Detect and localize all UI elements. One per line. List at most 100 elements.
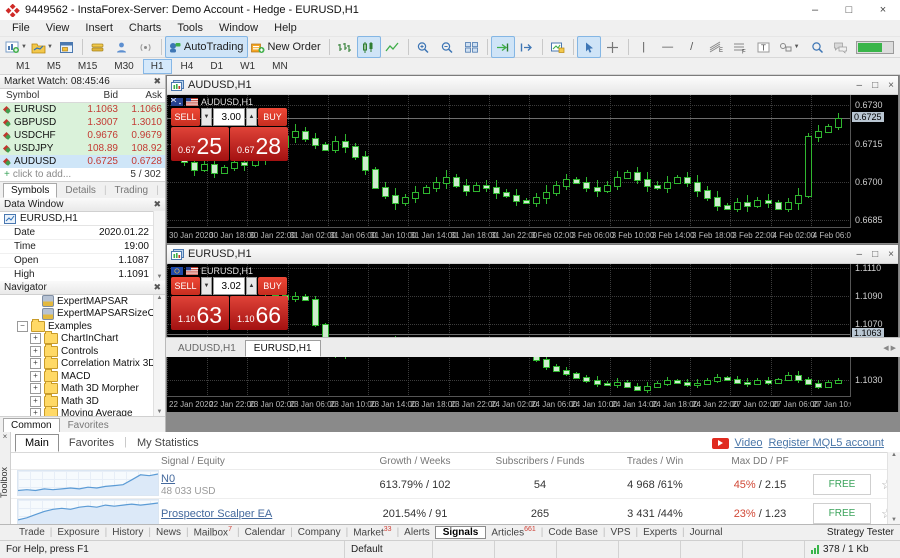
minimize-icon[interactable]: – [857,80,863,91]
market-watch-add-row[interactable]: + click to add... 5 / 302 [0,168,165,181]
chat-icon[interactable] [833,41,848,54]
free-button[interactable]: FREE [813,503,871,524]
plus-expand-icon[interactable]: + [30,408,41,416]
toolbox-tab-company[interactable]: Company [293,527,346,538]
toolbox-tab-mailbox[interactable]: Mailbox7 [189,526,237,538]
add-symbol-label[interactable]: click to add... [13,169,71,180]
profiles-icon[interactable]: ▼ [29,36,55,58]
signal-name-link[interactable]: Prospector Scalper EA [161,508,272,520]
tree-item-macd[interactable]: +MACD [0,370,165,383]
volume-field[interactable]: 3.02 [213,277,245,295]
close-icon[interactable]: × [0,432,10,441]
tree-item-math-3d[interactable]: +Math 3D [0,395,165,408]
video-link[interactable]: Video [735,437,763,449]
timeframe-mn[interactable]: MN [264,59,296,74]
buy-button[interactable]: BUY [258,108,287,126]
video-icon[interactable] [712,438,729,449]
register-mql5-link[interactable]: Register MQL5 account [768,437,884,449]
col-bid[interactable]: Bid [73,90,118,101]
tree-item-math-3d-morpher[interactable]: +Math 3D Morpher [0,383,165,396]
col-growth-weeks[interactable]: Growth / Weeks [350,456,480,467]
chart-tab-scroll-arrows[interactable]: ◀ ▶ [883,344,896,352]
toolbox-tab-vps[interactable]: VPS [606,527,636,538]
signals-tab-favorites[interactable]: Favorites [59,434,124,452]
templates-icon[interactable] [546,36,570,58]
signals-tab-main[interactable]: Main [15,434,59,452]
new-order-button[interactable]: New Order [248,36,325,58]
minus-expand-icon[interactable]: − [17,321,28,332]
tab-trading[interactable]: Trading [107,183,157,198]
free-button[interactable]: FREE [813,474,871,495]
trendline-icon[interactable]: / [680,36,704,58]
plus-expand-icon[interactable]: + [30,383,41,394]
signal-name-link[interactable]: N0 [161,473,175,485]
plus-expand-icon[interactable]: + [30,396,41,407]
col-ask[interactable]: Ask [118,90,165,101]
status-profile[interactable]: Default [344,541,432,558]
close-icon[interactable]: ✖ [153,76,161,87]
volume-up-icon[interactable]: ▲ [246,277,257,295]
new-chart-icon[interactable]: ▼ [3,36,29,58]
maximize-icon[interactable]: □ [832,0,866,20]
tree-item-expertmapsarsizeoptim[interactable]: ExpertMAPSARSizeOptim [0,308,165,321]
timeframe-h4[interactable]: H4 [173,59,202,74]
plus-expand-icon[interactable]: + [30,333,41,344]
buy-button[interactable]: BUY [258,277,287,295]
tree-item-chartinchart[interactable]: +ChartInChart [0,333,165,346]
tree-item-moving-average[interactable]: +Moving Average [0,408,165,417]
strategy-tester-label[interactable]: Strategy Tester [827,527,894,538]
menu-file[interactable]: File [4,21,38,35]
volume-down-icon[interactable]: ▼ [201,277,212,295]
sell-price[interactable]: 1.1063 [171,296,229,330]
col-symbol[interactable]: Symbol [0,90,73,101]
shapes-icon[interactable]: ▼ [776,36,802,58]
chart-plot-eurusd[interactable]: EURUSD,H1 SELL ▼ 3.02 ▲ BUY 1.1063 1.106… [167,264,851,397]
toolbox-window-icon[interactable] [55,36,79,58]
tree-item-correlation-matrix-3d[interactable]: +Correlation Matrix 3D [0,358,165,371]
toolbox-tab-articles[interactable]: Articles661 [486,526,540,538]
minimize-icon[interactable]: – [857,249,863,260]
chart-window-titlebar[interactable]: EURUSD,H1 – □ × [167,245,898,264]
cursor-icon[interactable] [577,36,601,58]
data-window-scrollbar[interactable]: ▼ [153,211,165,281]
crosshair-icon[interactable] [601,36,625,58]
toolbox-tab-history[interactable]: History [107,527,148,538]
market-watch-row-gbpusd[interactable]: GBPUSD1.30071.3010 [0,116,165,129]
chart-window-eurusd[interactable]: EURUSD,H1 – □ × EURUSD,H1 SELL [166,244,899,412]
search-icon[interactable] [810,41,825,54]
toolbox-tab-signals[interactable]: Signals [435,526,487,539]
maximize-icon[interactable]: □ [872,80,878,91]
col-signal-equity[interactable]: Signal / Equity [161,456,350,467]
market-watch-columns[interactable]: SymbolBidAsk [0,89,165,103]
navigator-icon[interactable] [110,36,134,58]
horizontal-line-icon[interactable]: — [656,36,680,58]
toolbox-tab-news[interactable]: News [151,527,186,538]
bar-chart-icon[interactable] [333,36,357,58]
signal-row[interactable]: N048 033 USD613.79% / 102544 968 /61%45%… [11,470,900,499]
menu-charts[interactable]: Charts [121,21,169,35]
toolbox-tab-market[interactable]: Market33 [348,526,396,538]
menu-view[interactable]: View [38,21,78,35]
volume-down-icon[interactable]: ▼ [201,108,212,126]
market-watch-icon[interactable] [86,36,110,58]
market-watch-row-eurusd[interactable]: EURUSD1.10631.1066 [0,103,165,116]
signals-scrollbar[interactable]: ▲▼ [887,452,900,524]
autotrading-button[interactable]: AutoTrading [165,36,249,58]
chart-tab-eurusd-h1[interactable]: EURUSD,H1 [245,340,321,357]
fibo-icon[interactable]: E [704,36,728,58]
buy-price[interactable]: 1.1066 [230,296,288,330]
plus-expand-icon[interactable]: + [30,346,41,357]
fibo-fan-icon[interactable]: F [728,36,752,58]
tile-windows-icon[interactable] [460,36,484,58]
tab-common[interactable]: Common [3,418,60,433]
volume-up-icon[interactable]: ▲ [246,108,257,126]
timeframe-m30[interactable]: M30 [106,59,141,74]
timeframe-d1[interactable]: D1 [202,59,231,74]
minimize-icon[interactable]: – [798,0,832,20]
chart-plot-audusd[interactable]: AUDUSD,H1 SELL ▼ 3.00 ▲ BUY 0.6725 0.672… [167,95,851,228]
vertical-line-icon[interactable]: | [632,36,656,58]
signals-tab-my-statistics[interactable]: My Statistics [127,434,209,452]
market-watch-row-audusd[interactable]: AUDUSD0.67250.6728 [0,155,165,168]
chart-window-audusd[interactable]: AUDUSD,H1 – □ × AUDUSD,H1 SELL [166,75,899,243]
navigator-scrollbar[interactable]: ▲▼ [153,295,165,416]
